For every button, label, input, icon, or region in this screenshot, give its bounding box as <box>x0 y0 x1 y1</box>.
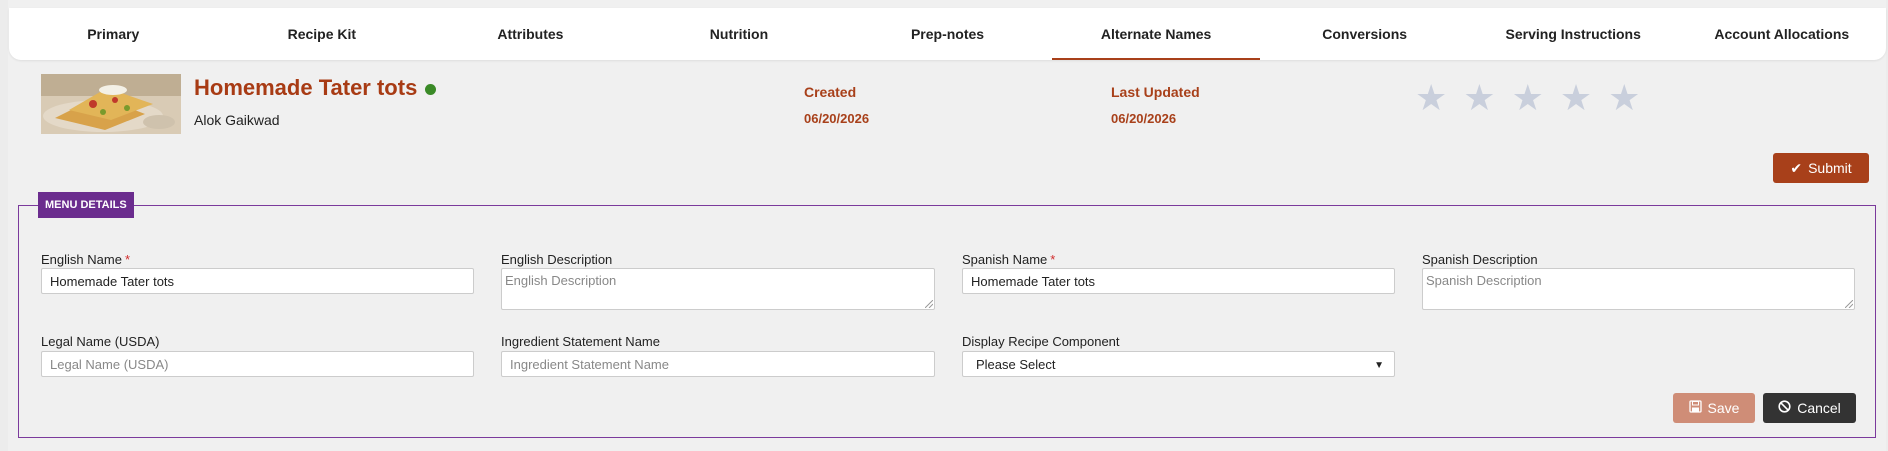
recipe-author: Alok Gaikwad <box>194 112 280 128</box>
spanish-description-placeholder: Spanish Description <box>1426 273 1542 288</box>
star-icon[interactable]: ★ <box>1608 78 1640 118</box>
recipe-title: Homemade Tater tots <box>194 75 437 101</box>
ingredient-statement-field[interactable]: Ingredient Statement Name <box>501 351 935 377</box>
check-icon: ✔ <box>1790 159 1803 176</box>
star-icon[interactable]: ★ <box>1415 78 1447 118</box>
tab-bar: Primary Recipe Kit Attributes Nutrition … <box>9 8 1886 60</box>
rating-stars: ★ ★ ★ ★ ★ <box>1415 78 1640 118</box>
spanish-description-label: Spanish Description <box>1422 252 1538 267</box>
last-updated-date: 06/20/2026 <box>1111 111 1177 126</box>
english-description-placeholder: English Description <box>505 273 617 288</box>
star-icon[interactable]: ★ <box>1512 78 1544 118</box>
star-icon[interactable]: ★ <box>1463 78 1495 118</box>
spanish-name-field[interactable]: Homemade Tater tots <box>962 268 1395 294</box>
spanish-name-label: Spanish Name * <box>962 252 1055 267</box>
tab-primary[interactable]: Primary <box>9 8 218 60</box>
legal-name-label: Legal Name (USDA) <box>41 334 160 349</box>
floppy-disk-icon <box>1688 400 1702 416</box>
save-label: Save <box>1707 400 1740 416</box>
tab-conversions[interactable]: Conversions <box>1260 8 1469 60</box>
english-name-field[interactable]: Homemade Tater tots <box>41 268 474 294</box>
english-name-label-text: English Name <box>41 252 122 267</box>
created-date: 06/20/2026 <box>804 111 870 126</box>
spanish-name-label-text: Spanish Name <box>962 252 1048 267</box>
tab-recipe-kit[interactable]: Recipe Kit <box>218 8 427 60</box>
status-active-icon <box>425 83 437 95</box>
star-icon[interactable]: ★ <box>1560 78 1592 118</box>
recipe-title-text: Homemade Tater tots <box>194 75 418 100</box>
english-name-label: English Name * <box>41 252 130 267</box>
cancel-button[interactable]: Cancel <box>1763 393 1856 423</box>
tab-prep-notes[interactable]: Prep-notes <box>843 8 1052 60</box>
display-recipe-component-label: Display Recipe Component <box>962 334 1120 349</box>
caret-down-icon: ▼ <box>1374 360 1384 371</box>
resize-handle-icon[interactable] <box>1845 300 1853 308</box>
last-updated-label: Last Updated <box>1111 84 1200 100</box>
spanish-description-field[interactable]: Spanish Description <box>1422 268 1855 310</box>
submit-button[interactable]: ✔ Submit <box>1773 153 1869 183</box>
tab-serving-instructions[interactable]: Serving Instructions <box>1469 8 1678 60</box>
menu-details-section <box>18 205 1876 438</box>
created-label: Created <box>804 84 857 100</box>
required-mark: * <box>124 252 130 267</box>
display-recipe-component-value: Please Select <box>976 357 1056 372</box>
recipe-thumbnail <box>41 74 181 134</box>
menu-details-legend: MENU DETAILS <box>38 192 134 218</box>
tab-alternate-names[interactable]: Alternate Names <box>1051 8 1261 60</box>
required-mark: * <box>1050 252 1056 267</box>
ingredient-statement-label: Ingredient Statement Name <box>501 334 660 349</box>
english-description-label: English Description <box>501 252 613 267</box>
resize-handle-icon[interactable] <box>925 300 933 308</box>
display-recipe-component-select[interactable]: Please Select ▼ <box>962 351 1395 377</box>
save-button[interactable]: Save <box>1673 393 1755 423</box>
tab-account-allocations[interactable]: Account Allocations <box>1678 8 1887 60</box>
submit-label: Submit <box>1808 160 1852 176</box>
legal-name-field[interactable]: Legal Name (USDA) <box>41 351 474 377</box>
tab-nutrition[interactable]: Nutrition <box>635 8 844 60</box>
ban-icon <box>1778 400 1791 416</box>
cancel-label: Cancel <box>1797 400 1841 416</box>
english-description-field[interactable]: English Description <box>501 268 935 310</box>
tab-attributes[interactable]: Attributes <box>426 8 635 60</box>
